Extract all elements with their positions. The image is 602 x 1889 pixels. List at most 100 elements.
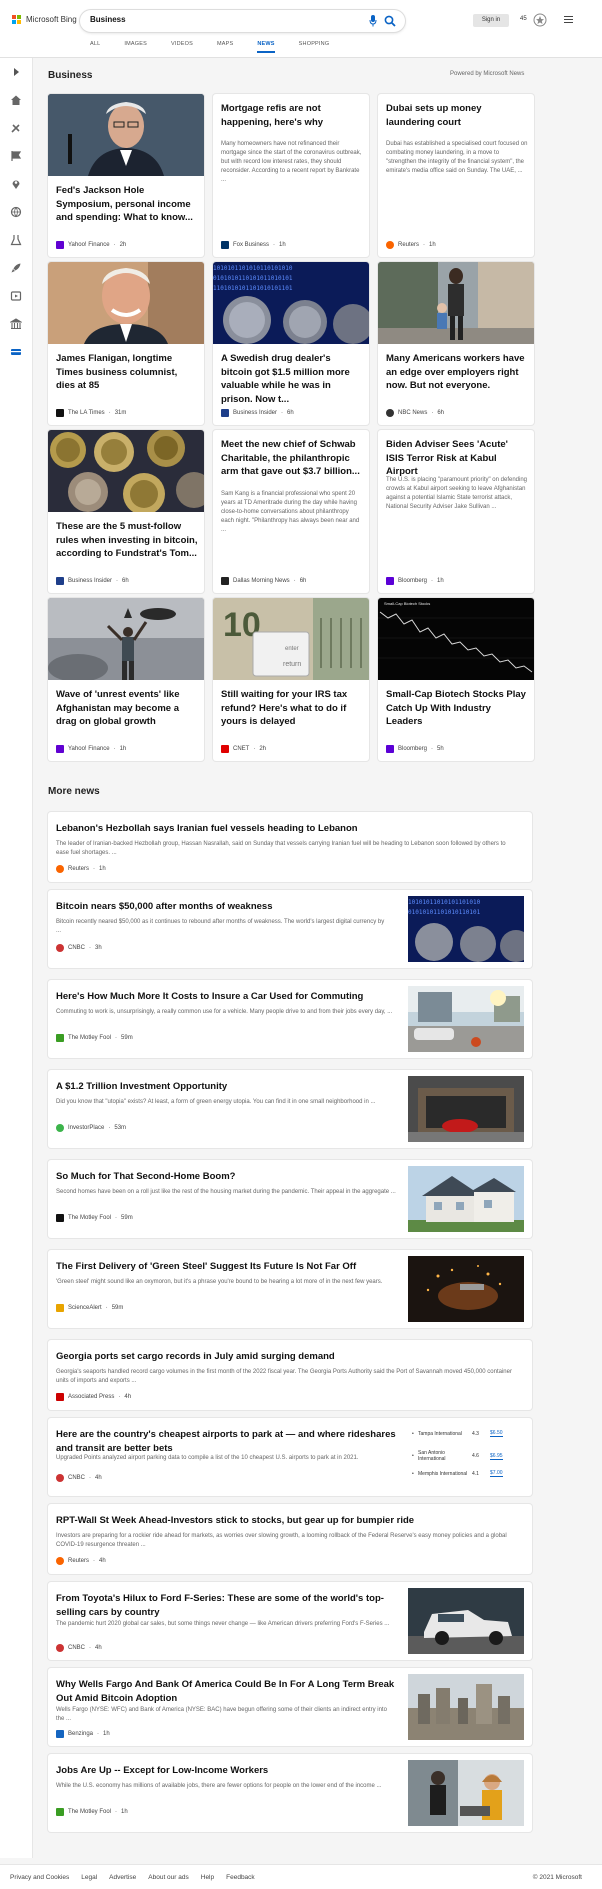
list-item[interactable]: Lebanon's Hezbollah says Iranian fuel ve… — [48, 812, 532, 882]
news-card[interactable]: 1010101101010110101010 01010101101010110… — [213, 262, 369, 425]
feedback-link[interactable]: Feedback — [226, 1874, 255, 1881]
tab-videos[interactable]: VIDEOS — [171, 41, 193, 53]
table-row: • San Antonio International 4.6 $6.95 — [412, 1450, 503, 1462]
article-title[interactable]: Georgia ports set cargo records in July … — [56, 1350, 516, 1364]
powered-by-label[interactable]: Powered by Microsoft News — [450, 71, 524, 77]
rewards-icon[interactable] — [532, 12, 548, 28]
hamburger-menu-icon[interactable] — [564, 16, 573, 23]
article-title[interactable]: RPT-Wall St Week Ahead-Investors stick t… — [56, 1514, 516, 1528]
copyright: © 2021 Microsoft — [532, 1874, 582, 1881]
source-logo-icon — [221, 577, 229, 585]
article-title[interactable]: Mortgage refis are not happening, here's… — [221, 102, 363, 129]
legal-link[interactable]: Legal — [81, 1874, 97, 1881]
article-abstract: Investors are preparing for a rockier ri… — [56, 1533, 507, 1548]
article-title[interactable]: A $1.2 Trillion Investment Opportunity — [56, 1080, 396, 1094]
article-title[interactable]: Bitcoin nears $50,000 after months of we… — [56, 900, 396, 914]
article-title[interactable]: Biden Adviser Sees 'Acute' ISIS Terror R… — [386, 438, 528, 479]
article-abstract: Upgraded Points analyzed airport parking… — [56, 1455, 359, 1461]
home-icon[interactable] — [10, 94, 22, 106]
svg-text:1101010101101010101101: 1101010101101010101101 — [213, 285, 293, 292]
money-icon[interactable] — [10, 346, 22, 358]
source-logo-icon — [56, 241, 64, 249]
microphone-icon[interactable] — [369, 15, 377, 27]
sports-icon[interactable] — [10, 122, 22, 134]
privacy-link[interactable]: Privacy and Cookies — [10, 1874, 69, 1881]
news-card[interactable]: Dubai sets up money laundering court Dub… — [378, 94, 534, 257]
list-item[interactable]: RPT-Wall St Week Ahead-Investors stick t… — [48, 1504, 532, 1574]
news-card[interactable]: Wave of 'unrest events' like Afghanistan… — [48, 598, 204, 761]
list-item[interactable]: So Much for That Second-Home Boom? Secon… — [48, 1160, 532, 1238]
news-card[interactable]: Small-Cap Biotech Stocks Small-Cap Biote… — [378, 598, 534, 761]
article-title[interactable]: The First Delivery of 'Green Steel' Sugg… — [56, 1260, 396, 1274]
article-source: Benzinga · 1h — [56, 1730, 110, 1738]
news-card[interactable]: Meet the new chief of Schwab Charitable,… — [213, 430, 369, 593]
article-title[interactable]: James Flanigan, longtime Times business … — [56, 352, 198, 393]
news-card[interactable]: James Flanigan, longtime Times business … — [48, 262, 204, 425]
location-icon[interactable] — [10, 178, 22, 190]
tab-shopping[interactable]: SHOPPING — [299, 41, 330, 53]
article-source: CNBC · 4h — [56, 1474, 102, 1482]
news-card[interactable]: Biden Adviser Sees 'Acute' ISIS Terror R… — [378, 430, 534, 593]
category-sidebar — [0, 58, 33, 1858]
search-input[interactable] — [90, 15, 340, 24]
article-source: Reuters · 1h — [386, 241, 436, 249]
list-item[interactable]: Why Wells Fargo And Bank Of America Coul… — [48, 1668, 532, 1746]
news-card[interactable]: 10 enter return Still waiting for your I… — [213, 598, 369, 761]
article-title[interactable]: Many Americans workers have an edge over… — [386, 352, 528, 393]
article-title[interactable]: So Much for That Second-Home Boom? — [56, 1170, 396, 1184]
article-title[interactable]: Why Wells Fargo And Bank Of America Coul… — [56, 1678, 396, 1705]
list-item[interactable]: Here's How Much More It Costs to Insure … — [48, 980, 532, 1058]
news-card[interactable]: Mortgage refis are not happening, here's… — [213, 94, 369, 257]
tab-maps[interactable]: MAPS — [217, 41, 233, 53]
article-image — [48, 94, 204, 176]
list-item[interactable]: The First Delivery of 'Green Steel' Sugg… — [48, 1250, 532, 1328]
list-item[interactable]: Georgia ports set cargo records in July … — [48, 1340, 532, 1410]
entertainment-icon[interactable] — [10, 290, 22, 302]
source-logo-icon — [56, 1644, 64, 1652]
list-item[interactable]: A $1.2 Trillion Investment Opportunity D… — [48, 1070, 532, 1148]
science-icon[interactable] — [10, 234, 22, 246]
bing-logo[interactable]: Microsoft Bing — [12, 15, 77, 24]
article-abstract: Dubai has established a specialised cour… — [386, 141, 528, 174]
source-logo-icon — [56, 1214, 64, 1222]
article-title[interactable]: Meet the new chief of Schwab Charitable,… — [221, 438, 363, 479]
tab-images[interactable]: IMAGES — [124, 41, 147, 53]
about-ads-link[interactable]: About our ads — [148, 1874, 188, 1881]
list-item[interactable]: Jobs Are Up -- Except for Low-Income Wor… — [48, 1754, 532, 1832]
list-item[interactable]: Bitcoin nears $50,000 after months of we… — [48, 890, 532, 968]
article-image — [408, 986, 524, 1052]
rocket-icon[interactable] — [10, 262, 22, 274]
article-source: Business Insider · 6h — [56, 577, 129, 585]
article-title[interactable]: From Toyota's Hilux to Ford F-Series: Th… — [56, 1592, 396, 1619]
tab-all[interactable]: ALL — [90, 41, 100, 53]
source-logo-icon — [221, 409, 229, 417]
help-link[interactable]: Help — [201, 1874, 214, 1881]
article-title[interactable]: Small-Cap Biotech Stocks Play Catch Up W… — [386, 688, 528, 729]
globe-icon[interactable] — [10, 206, 22, 218]
flag-icon[interactable] — [10, 150, 22, 162]
tab-news[interactable]: NEWS — [257, 41, 275, 53]
search-icon[interactable] — [384, 15, 396, 27]
source-logo-icon — [386, 409, 394, 417]
article-title[interactable]: Still waiting for your IRS tax refund? H… — [221, 688, 363, 729]
article-title[interactable]: These are the 5 must-follow rules when i… — [56, 520, 198, 561]
news-card[interactable]: Fed's Jackson Hole Symposium, personal i… — [48, 94, 204, 257]
sign-in-button[interactable]: Sign in — [473, 14, 509, 27]
article-title[interactable]: Fed's Jackson Hole Symposium, personal i… — [56, 184, 198, 225]
article-title[interactable]: Here are the country's cheapest airports… — [56, 1428, 396, 1455]
news-card[interactable]: Many Americans workers have an edge over… — [378, 262, 534, 425]
article-title[interactable]: Here's How Much More It Costs to Insure … — [56, 990, 396, 1004]
expand-icon[interactable] — [10, 66, 22, 78]
search-box — [80, 10, 405, 32]
article-title[interactable]: Jobs Are Up -- Except for Low-Income Wor… — [56, 1764, 396, 1778]
advertise-link[interactable]: Advertise — [109, 1874, 136, 1881]
news-card[interactable]: These are the 5 must-follow rules when i… — [48, 430, 204, 593]
article-title[interactable]: Wave of 'unrest events' like Afghanistan… — [56, 688, 198, 729]
article-title[interactable]: Lebanon's Hezbollah says Iranian fuel ve… — [56, 822, 516, 836]
list-item[interactable]: From Toyota's Hilux to Ford F-Series: Th… — [48, 1582, 532, 1660]
list-item[interactable]: Here are the country's cheapest airports… — [48, 1418, 532, 1496]
article-abstract: Sam Kang is a financial professional who… — [221, 491, 360, 533]
politics-icon[interactable] — [10, 318, 22, 330]
article-title[interactable]: Dubai sets up money laundering court — [386, 102, 528, 129]
article-title[interactable]: A Swedish drug dealer's bitcoin got $1.5… — [221, 352, 363, 406]
